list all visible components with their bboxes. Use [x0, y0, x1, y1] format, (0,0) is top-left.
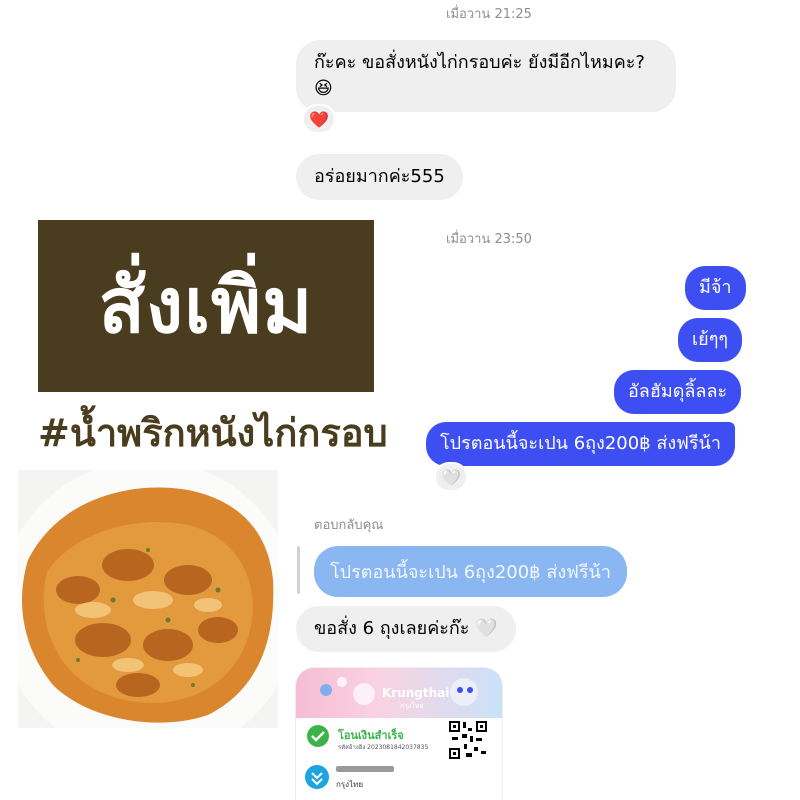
transfer-slip-image[interactable]: Krungthai กรุงไทย โอนเงินสำเร็จ รหัสอ้าง… [296, 668, 502, 800]
outgoing-message[interactable]: มีจ้า [685, 266, 746, 310]
timestamp: เมื่อวาน 23:50 [446, 232, 532, 247]
white-heart-reaction-icon[interactable]: 🤍 [434, 462, 468, 492]
outgoing-message[interactable]: โปรตอนนี้จะเปน 6ถุง200฿ ส่งฟรีน้า [426, 422, 735, 466]
qr-code-icon [448, 720, 488, 760]
reply-quote[interactable]: โปรตอนนี้จะเปน 6ถุง200฿ ส่งฟรีน้า [314, 546, 627, 597]
redacted-name [336, 766, 394, 772]
bank-brand: Krungthai [382, 686, 450, 700]
incoming-message[interactable]: อร่อยมากค่ะ555 [296, 154, 463, 200]
banner-title: สั่งเพิ่ม [98, 261, 314, 350]
message-text: ก๊ะคะ ขอสั่งหนังไก่กรอบค่ะ ยังมีอีกไหมคะ… [314, 52, 645, 73]
bank-brand-sub: กรุงไทย [400, 702, 424, 710]
timestamp: เมื่อวาน 21:25 [446, 7, 532, 22]
incoming-message[interactable]: ก๊ะคะ ขอสั่งหนังไก่กรอบค่ะ ยังมีอีกไหมคะ… [296, 40, 676, 112]
bank-name: กรุงไทย [336, 780, 364, 789]
hashtag-text: #น้ำพริกหนังไก่กรอบ [38, 411, 388, 455]
slip-header: Krungthai กรุงไทย [296, 668, 502, 718]
outgoing-message[interactable]: อัลฮัมดุลิ้ลละ [614, 370, 742, 414]
outgoing-message[interactable]: เย้ๆๆ [678, 318, 743, 362]
reply-label: ตอบกลับคุณ [314, 518, 384, 533]
promo-banner: สั่งเพิ่ม [38, 220, 374, 392]
bank-logo-icon [305, 765, 329, 789]
crispy-chicken-skin-photo [18, 470, 278, 728]
incoming-message[interactable]: ขอสั่ง 6 ถุงเลยค่ะก๊ะ 🤍 [296, 606, 516, 652]
laughing-emoji-icon: 😆 [314, 78, 333, 99]
reply-indicator-bar [297, 546, 300, 594]
heart-reaction-icon[interactable]: ❤️ [302, 104, 336, 134]
reference-number: รหัสอ้างอิง 2023081842037835 [338, 744, 429, 751]
success-check-icon [307, 725, 329, 747]
